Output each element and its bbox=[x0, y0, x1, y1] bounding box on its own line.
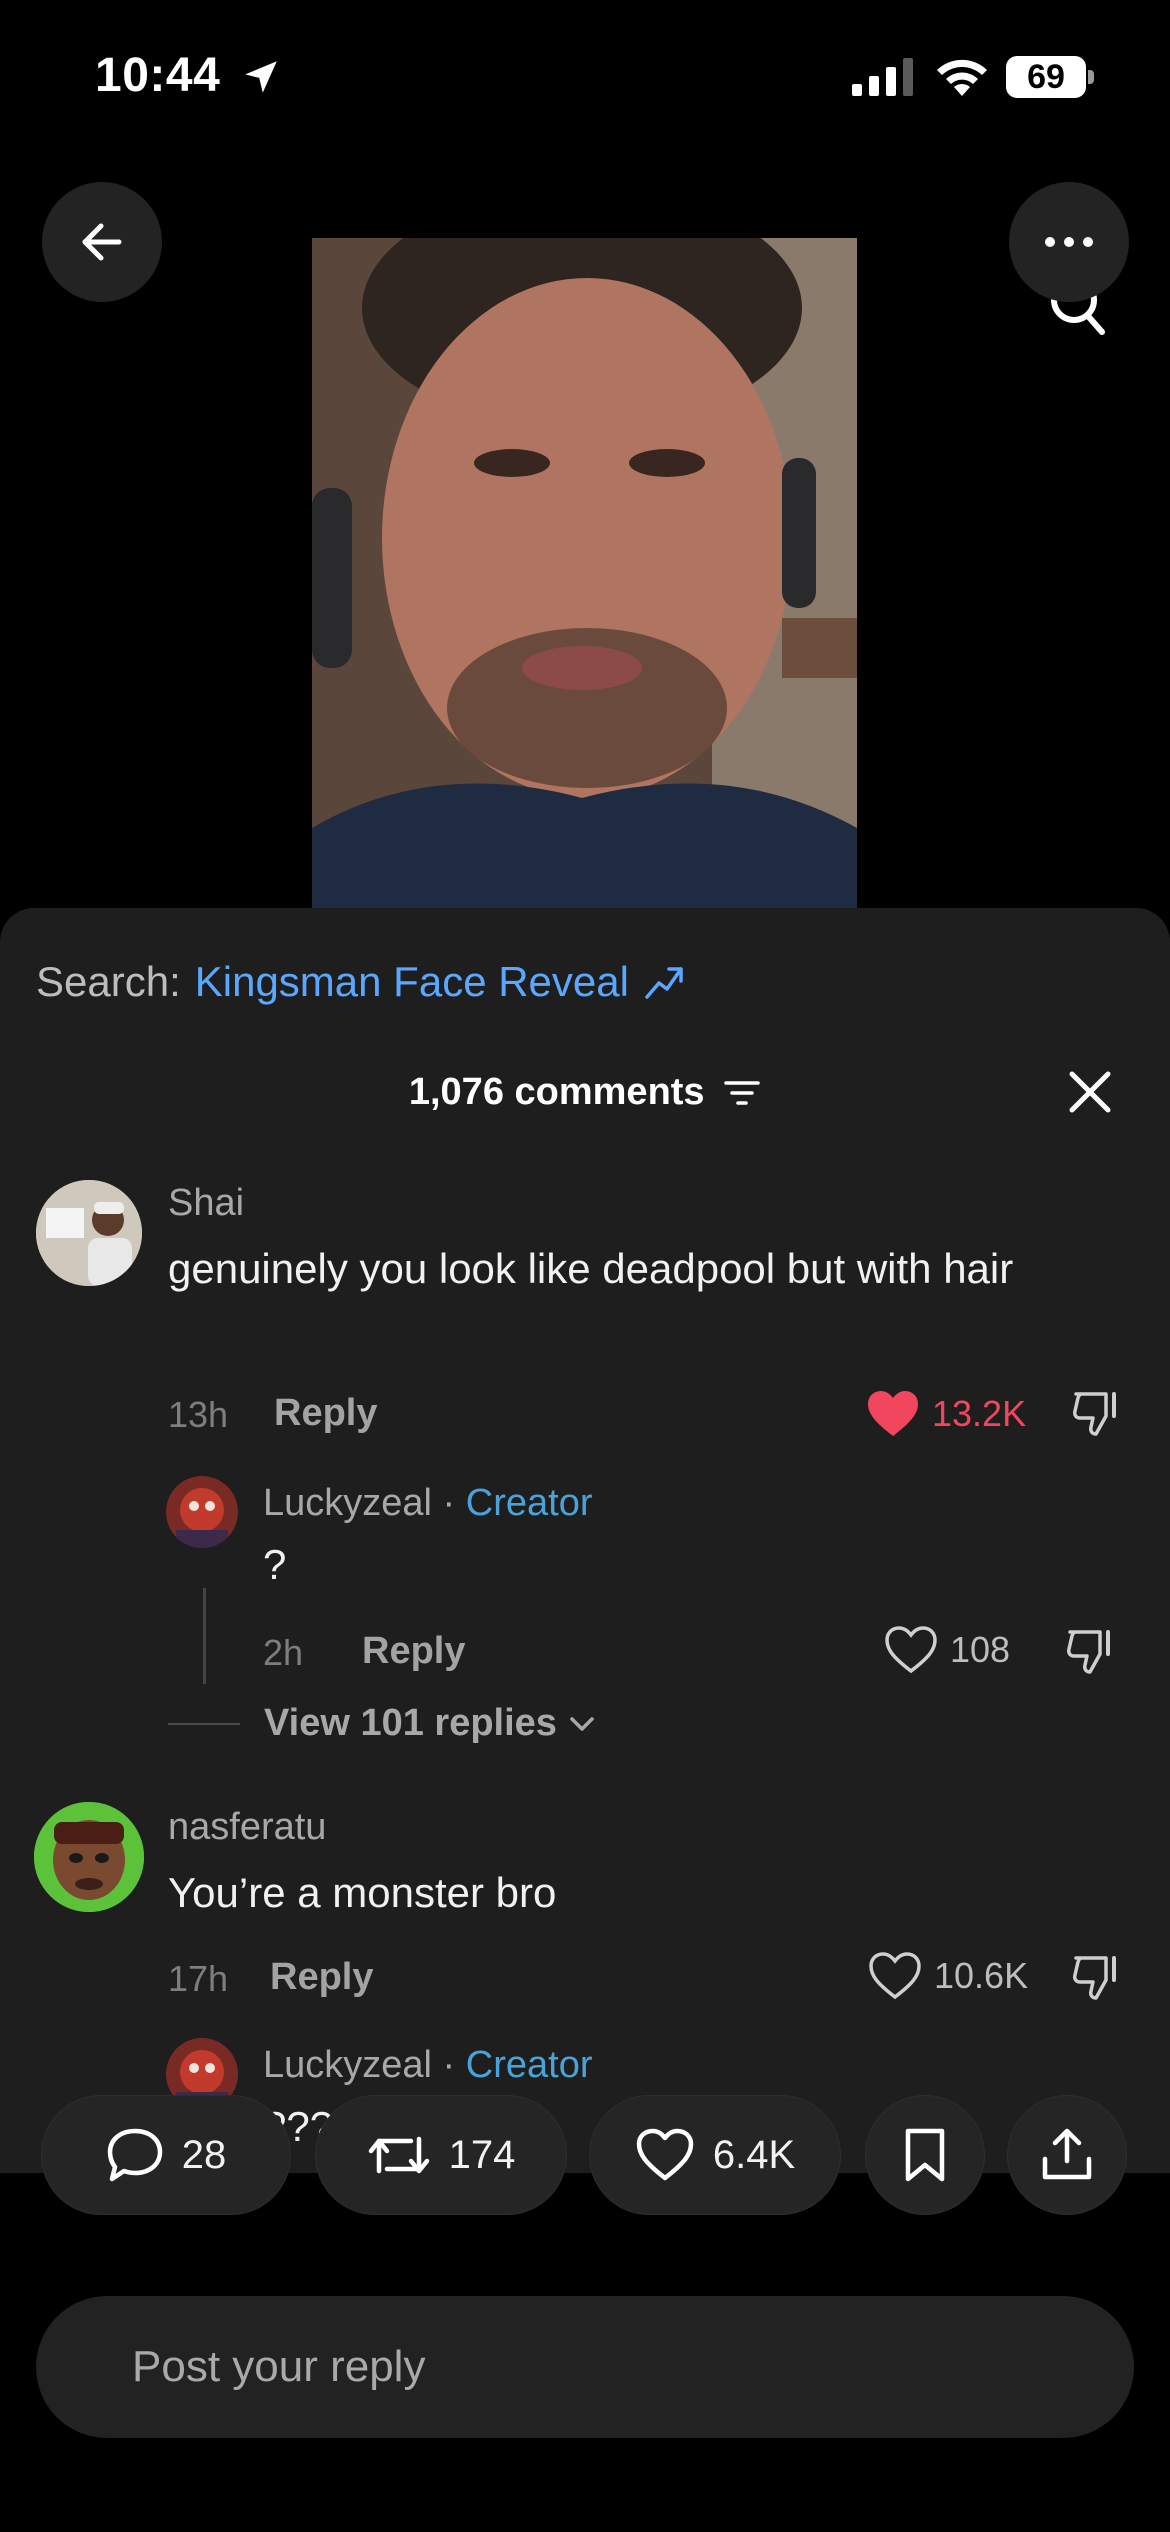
cellular-signal-icon bbox=[852, 58, 913, 96]
comments-count: 1,076 comments bbox=[408, 1071, 705, 1114]
view-replies-label: View 101 replies bbox=[264, 1702, 557, 1744]
heart-icon bbox=[885, 1626, 937, 1674]
video-player[interactable] bbox=[312, 238, 857, 910]
back-button[interactable] bbox=[42, 182, 162, 302]
comments-sheet: Search: Kingsman Face Reveal 1,076 comme… bbox=[0, 908, 1170, 2173]
username-separator: · bbox=[442, 2044, 456, 2086]
search-term-link[interactable]: Kingsman Face Reveal bbox=[195, 958, 629, 1006]
comment-time: 17h bbox=[168, 1958, 229, 1999]
back-arrow-icon bbox=[82, 223, 122, 261]
comment-username[interactable]: nasferatu bbox=[168, 1806, 326, 1849]
like-post-button[interactable]: 6.4K bbox=[590, 2096, 840, 2214]
more-dots-icon bbox=[1045, 237, 1093, 247]
avatar-image bbox=[166, 1476, 238, 1548]
comments-header: 1,076 comments bbox=[0, 1070, 1170, 1114]
heart-icon bbox=[868, 1391, 918, 1436]
battery-tip bbox=[1088, 70, 1094, 84]
comment-bubble-icon bbox=[107, 2128, 162, 2182]
trending-icon bbox=[645, 967, 683, 999]
avatar[interactable] bbox=[36, 1180, 142, 1286]
comment-text: ? bbox=[263, 1541, 287, 1588]
like-count: 10.6K bbox=[934, 1955, 1029, 1996]
comment-time: 13h bbox=[168, 1394, 229, 1435]
share-icon bbox=[1042, 2128, 1092, 2180]
video-frame bbox=[312, 238, 857, 910]
repost-count: 174 bbox=[448, 2132, 516, 2177]
like-button[interactable]: 13.2K bbox=[866, 1390, 1026, 1438]
reply-button[interactable]: Reply bbox=[362, 1630, 465, 1673]
search-suggestion[interactable]: Search: Kingsman Face Reveal bbox=[36, 958, 685, 1006]
view-replies-button[interactable]: View 101 replies bbox=[168, 1702, 597, 1745]
comment-time: 2h bbox=[263, 1632, 304, 1673]
bookmark-button[interactable] bbox=[866, 2096, 984, 2214]
username-text: Luckyzeal bbox=[263, 1482, 432, 1524]
location-arrow-icon bbox=[245, 61, 277, 93]
dislike-icon[interactable] bbox=[1070, 1386, 1122, 1438]
avatar[interactable] bbox=[34, 1802, 144, 1912]
battery-icon: 69 bbox=[1006, 56, 1094, 98]
heart-icon bbox=[869, 1952, 921, 2000]
reply-button[interactable]: Reply bbox=[270, 1956, 373, 1999]
post-like-count: 6.4K bbox=[712, 2132, 796, 2177]
comment-username[interactable]: Shai bbox=[168, 1182, 244, 1225]
creator-badge: Creator bbox=[465, 2044, 593, 2086]
like-count: 108 bbox=[950, 1629, 1011, 1670]
reply-composer[interactable] bbox=[36, 2296, 1134, 2438]
filter-icon[interactable] bbox=[723, 1078, 761, 1108]
divider bbox=[168, 1722, 240, 1725]
wifi-icon bbox=[937, 59, 987, 96]
more-options-button[interactable] bbox=[1009, 182, 1129, 302]
bookmark-icon bbox=[905, 2128, 945, 2182]
dislike-icon[interactable] bbox=[1064, 1624, 1116, 1676]
thread-line bbox=[203, 1588, 206, 1684]
creator-badge: Creator bbox=[465, 1482, 593, 1524]
avatar[interactable] bbox=[166, 1476, 238, 1548]
avatar-image bbox=[36, 1180, 142, 1286]
reply-button[interactable]: Reply bbox=[274, 1392, 377, 1435]
like-count: 13.2K bbox=[932, 1393, 1027, 1434]
comment-text: genuinely you look like deadpool but wit… bbox=[168, 1245, 1014, 1292]
username-separator: · bbox=[442, 1482, 456, 1524]
comment-username[interactable]: Luckyzeal · Creator bbox=[263, 1482, 592, 1525]
comments-action-button[interactable]: 28 bbox=[42, 2096, 290, 2214]
comments-count: 28 bbox=[181, 2132, 227, 2177]
comment-text: You’re a monster bro bbox=[168, 1869, 557, 1916]
share-button[interactable] bbox=[1008, 2096, 1126, 2214]
repost-icon bbox=[368, 2136, 429, 2174]
heart-icon bbox=[636, 2128, 694, 2181]
search-prefix: Search: bbox=[36, 958, 181, 1005]
battery-level: 69 bbox=[1006, 56, 1086, 98]
username-text: Luckyzeal bbox=[263, 2044, 432, 2086]
like-button[interactable]: 108 bbox=[884, 1626, 1010, 1674]
close-icon[interactable] bbox=[1066, 1068, 1114, 1116]
status-time: 10:44 bbox=[95, 49, 221, 102]
comment-username[interactable]: Luckyzeal · Creator bbox=[263, 2044, 592, 2087]
dislike-icon[interactable] bbox=[1070, 1950, 1122, 2002]
avatar-image bbox=[34, 1802, 144, 1912]
repost-button[interactable]: 174 bbox=[316, 2096, 566, 2214]
chevron-down-icon bbox=[570, 1716, 594, 1731]
reply-input[interactable] bbox=[132, 2296, 1032, 2438]
like-button[interactable]: 10.6K bbox=[868, 1952, 1028, 2000]
